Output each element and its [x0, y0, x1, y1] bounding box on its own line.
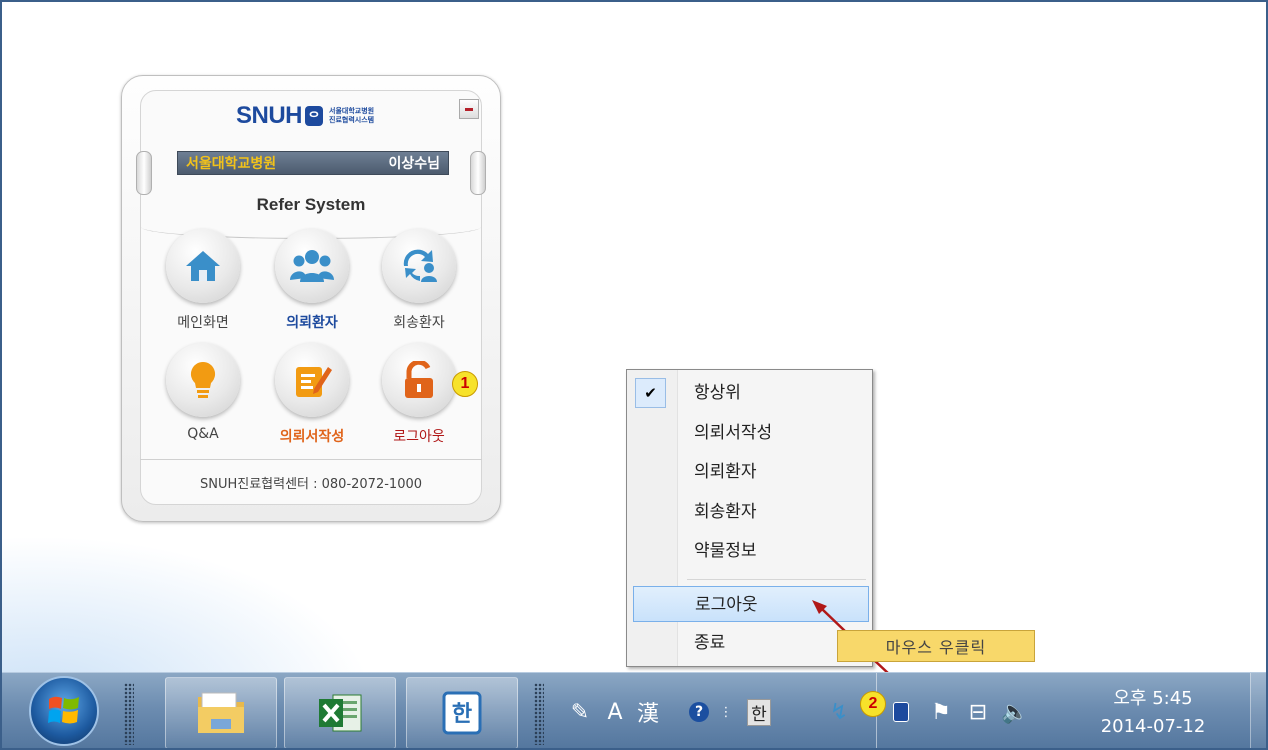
tile-logout[interactable]: 로그아웃	[379, 343, 459, 446]
referred-patients-button[interactable]	[275, 229, 349, 303]
logo-text: SNUH	[236, 102, 303, 129]
tile-label: 회송환자	[393, 315, 445, 331]
hospital-name: 서울대학교병원	[186, 156, 277, 172]
tile-referred-patients[interactable]: 의뢰환자	[272, 229, 352, 332]
tile-label: 의뢰서작성	[279, 429, 345, 445]
qna-button[interactable]	[166, 343, 240, 417]
tile-qna[interactable]: Q&A	[163, 343, 243, 442]
show-desktop-button[interactable]	[1250, 673, 1266, 748]
menu-item-write-referral[interactable]: 의뢰서작성	[633, 415, 869, 451]
taskbar-grip[interactable]	[124, 683, 134, 745]
taskbar-excel[interactable]	[284, 677, 396, 748]
menu-item-drug-info[interactable]: 약물정보	[633, 533, 869, 569]
main-screen-button[interactable]	[166, 229, 240, 303]
footer-divider	[140, 459, 482, 460]
logo-subtitle: 서울대학교병원 진료협력시스템	[329, 107, 374, 125]
taskbar-hwp[interactable]: 한	[406, 677, 518, 748]
widget-title: Refer System	[256, 195, 366, 214]
taskbar-explorer[interactable]	[165, 677, 277, 748]
hanja-icon[interactable]: 漢	[632, 695, 664, 729]
snuh-emblem-icon: ᄋ	[305, 106, 324, 126]
desktop: SNUH ᄋ 서울대학교병원 진료협력시스템 서울대학교병원 이상수님 Refe…	[0, 0, 1268, 750]
windows-logo-icon	[48, 696, 79, 724]
language-bar-icon[interactable]: ✎	[562, 695, 598, 729]
taskbar: 한 ✎ A 漢 ? ⋮ 한 ↯ 2 ⚑ ⊟ 🔈 오후 5:45 2014-07-…	[2, 672, 1266, 748]
help-icon[interactable]: ?	[686, 695, 712, 729]
user-info-bar: 서울대학교병원 이상수님	[177, 151, 449, 175]
returned-patients-button[interactable]	[382, 229, 456, 303]
tile-write-referral[interactable]: 의뢰서작성	[272, 343, 352, 446]
logo-sub-line2: 진료협력시스템	[329, 116, 375, 124]
tile-label: 의뢰환자	[286, 315, 338, 331]
volume-icon[interactable]: 🔈	[998, 695, 1032, 729]
clock-date: 2014-07-12	[1100, 716, 1206, 737]
tile-label: 메인화면	[177, 315, 229, 331]
system-clock[interactable]: 오후 5:45 2014-07-12	[1085, 685, 1221, 741]
minimize-button[interactable]	[459, 99, 479, 119]
lightbulb-icon	[190, 361, 216, 398]
patients-icon	[290, 250, 334, 282]
tile-label: Q&A	[187, 426, 219, 442]
ime-mode-icon[interactable]: A	[600, 695, 630, 729]
menu-item-referred-patients[interactable]: 의뢰환자	[633, 454, 869, 490]
hangul-wordprocessor-icon: 한	[442, 691, 482, 735]
menu-item-always-on-top[interactable]: 항상위	[633, 375, 869, 411]
app-tray-icon[interactable]: ↯	[822, 695, 856, 729]
menu-item-returned-patients[interactable]: 회송환자	[633, 494, 869, 530]
refer-system-widget[interactable]: SNUH ᄋ 서울대학교병원 진료협력시스템 서울대학교병원 이상수님 Refe…	[121, 75, 501, 522]
title-band: Refer System	[141, 177, 481, 239]
footer-contact: SNUH진료협력센터 : 080-2072-1000	[199, 477, 423, 492]
right-click-callout: 마우스 우클릭	[837, 630, 1035, 662]
hangul-ime-icon[interactable]: 한	[744, 695, 774, 729]
return-patient-icon	[403, 249, 437, 282]
excel-icon	[319, 694, 362, 732]
minimize-icon	[465, 107, 473, 111]
home-icon	[186, 251, 220, 281]
step-badge-1: 1	[452, 371, 478, 397]
tray-grip[interactable]	[534, 683, 544, 745]
folder-icon	[198, 692, 244, 733]
unlock-icon	[405, 361, 433, 398]
tile-label: 로그아웃	[393, 429, 445, 445]
clock-time: 오후 5:45	[1113, 688, 1193, 709]
logo-sub-line1: 서울대학교병원	[329, 107, 375, 115]
flag-icon[interactable]: ⚑	[926, 695, 956, 729]
user-name: 이상수님	[388, 156, 440, 172]
widget-panel: SNUH ᄋ 서울대학교병원 진료협력시스템 서울대학교병원 이상수님 Refe…	[136, 90, 486, 505]
snuh-logo: SNUH ᄋ 서울대학교병원 진료협력시스템	[236, 99, 374, 133]
step-badge-2: 2	[860, 691, 886, 717]
tile-main-screen[interactable]: 메인화면	[163, 229, 243, 332]
network-icon[interactable]: ⊟	[962, 695, 994, 729]
hangul-label: 한	[747, 698, 771, 726]
edit-document-icon	[296, 367, 332, 397]
ime-options-icon[interactable]: ⋮	[716, 695, 736, 729]
start-button[interactable]	[29, 676, 99, 746]
write-referral-button[interactable]	[275, 343, 349, 417]
svg-text:한: 한	[452, 702, 472, 727]
menu-separator	[687, 579, 866, 580]
logout-button[interactable]	[382, 343, 456, 417]
tile-returned-patients[interactable]: 회송환자	[379, 229, 459, 332]
snuh-tray-icon[interactable]	[888, 695, 914, 729]
